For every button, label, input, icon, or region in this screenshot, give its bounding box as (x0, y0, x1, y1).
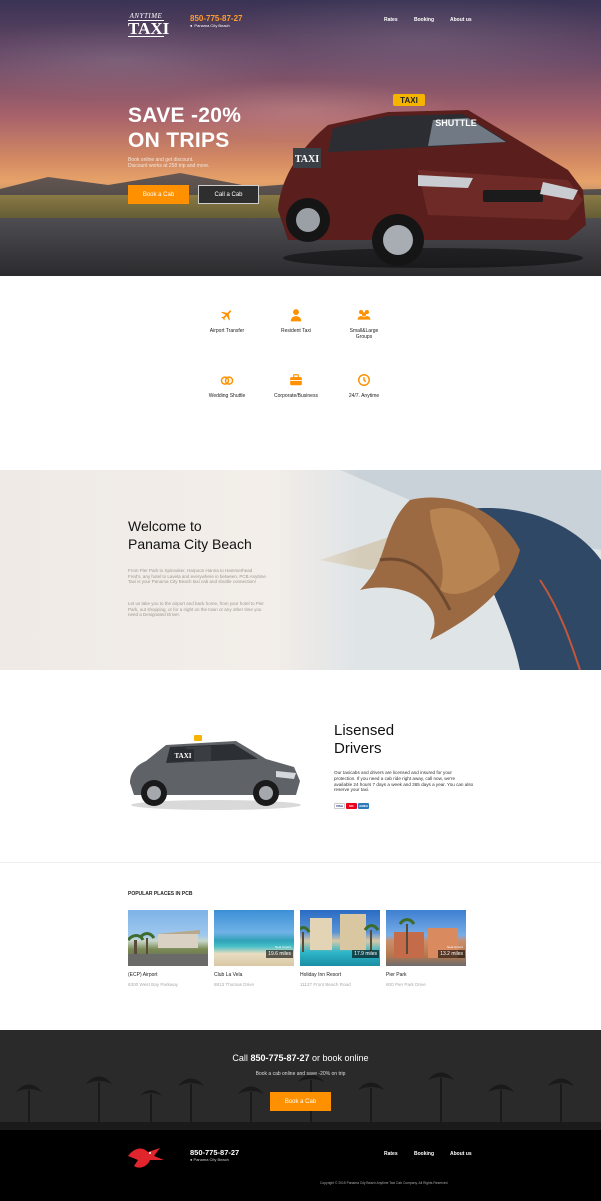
woman-in-car-photo (280, 470, 601, 670)
header-location: ● Panama City Beach (190, 23, 230, 28)
place-card-holiday-inn[interactable]: 17.9 miles Holiday Inn Resort 11127 Fron… (300, 910, 380, 987)
hero-title-line1: SAVE -20% (128, 104, 242, 127)
welcome-paragraph-1: From Pier Park to Spinnaker, Harpoon Han… (128, 568, 266, 585)
cta-phone[interactable]: 850-775-87-27 (250, 1053, 309, 1063)
service-groups[interactable]: Small&Large Groups (324, 308, 404, 340)
hero-call-cab-button[interactable]: Call a Cab (198, 185, 259, 204)
service-label-2: Groups (355, 334, 373, 340)
visa-card-icon: VISA (334, 803, 345, 809)
cta-book-cab-button[interactable]: Book a Cab (270, 1092, 331, 1111)
svg-text:TAXI: TAXI (175, 752, 192, 760)
place-card-airport[interactable]: (ECP) Airport 6300 West Bay Parkway (128, 910, 208, 987)
service-label: Wedding Shuttle (208, 393, 246, 399)
welcome-section (0, 470, 601, 670)
group-icon (357, 310, 371, 320)
place-photo: Near Airport 19.6 miles (214, 910, 294, 966)
place-distance-badge: 13.2 miles (438, 950, 465, 958)
header-location-text: Panama City Beach (194, 23, 230, 28)
airport-illustration (128, 930, 208, 966)
clock-icon (358, 374, 370, 386)
service-label: Airport Transfer (209, 328, 245, 334)
footer-copyright: Copyright © 2015 Panama City Beach Anyti… (320, 1181, 449, 1185)
licensed-text: Our taxicabs and drivers are licensed an… (334, 770, 474, 793)
cta-call-prefix: Call (232, 1053, 248, 1063)
hero-subtitle: Book online and get discount. Discount w… (128, 157, 238, 169)
nav-about[interactable]: About us (450, 17, 472, 23)
licensed-title: Lisensed Drivers (334, 722, 394, 758)
welcome-title-line2: Panama City Beach (128, 536, 252, 552)
cta-title: Call 850-775-87-27 or book online (0, 1053, 601, 1063)
site-logo[interactable]: ANYTIME TAXI (128, 12, 170, 38)
place-name: Pier Park (386, 972, 407, 978)
cta-section (0, 1030, 601, 1130)
cta-call-suffix: or book online (312, 1053, 369, 1063)
mastercard-icon: MC (346, 803, 357, 809)
svg-text:TAXI: TAXI (295, 154, 319, 165)
place-address: 8813 Thomas Drive (214, 982, 255, 987)
roof-sign-text: TAXI (400, 96, 418, 105)
rings-icon (220, 376, 234, 385)
footer-bird-logo-icon[interactable] (126, 1142, 166, 1170)
welcome-title-line1: Welcome to (128, 518, 202, 534)
footer-phone[interactable]: 850-775-87-27 (190, 1148, 239, 1157)
popular-heading: POPULAR PLACES IN PCB (128, 891, 193, 897)
hero-book-cab-button[interactable]: Book a Cab (128, 185, 189, 204)
location-pin-icon: ● (190, 23, 193, 28)
footer-location: ● Panama City Beach (190, 1157, 229, 1162)
place-name: Club La Vela (214, 972, 243, 978)
welcome-title: Welcome to Panama City Beach (128, 517, 252, 553)
cta-subtitle: Book a cab online and save -20% on trip (255, 1071, 346, 1077)
hero-taxi-suv-image: TAXI TAXI SHUTTLE (278, 94, 586, 268)
airplane-icon (221, 310, 232, 321)
place-photo: Near Airport 13.2 miles (386, 910, 466, 966)
logo-bottom-text: TAXI (128, 19, 170, 38)
place-card-club-la-vela[interactable]: Near Airport 19.6 miles Club La Vela 881… (214, 910, 294, 987)
hero-sub-line2: Discount works at 258 trip and more. (128, 163, 210, 169)
hero-title: SAVE -20% ON TRIPS (128, 103, 241, 153)
place-distance-badge: 17.9 miles (352, 950, 379, 958)
taxi-hatchback-image: TAXI (130, 735, 301, 810)
footer-location-text: Panama City Beach (193, 1157, 229, 1162)
nav-rates[interactable]: Rates (384, 17, 398, 23)
service-anytime[interactable]: 24/7. Anytime (324, 373, 404, 399)
hero-title-line2: ON TRIPS (128, 129, 230, 152)
hero-section: TAXI TAXI SHUTTLE (0, 0, 601, 276)
place-name: (ECP) Airport (128, 972, 158, 978)
place-photo: 17.9 miles (300, 910, 380, 966)
licensed-title-line1: Lisensed (334, 722, 395, 739)
place-address: 6300 West Bay Parkway (128, 982, 178, 987)
service-label: 24/7. Anytime (348, 393, 380, 399)
place-name: Holiday Inn Resort (300, 972, 342, 978)
licensed-title-line2: Drivers (334, 740, 382, 757)
place-distance-badge: 19.6 miles (266, 950, 293, 958)
place-photo (128, 910, 208, 966)
place-card-pier-park[interactable]: Near Airport 13.2 miles Pier Park 600 Pi… (386, 910, 466, 987)
welcome-paragraph-2: Let us take you to the airport and back … (128, 601, 264, 618)
person-icon (290, 309, 302, 322)
section-divider (0, 862, 601, 863)
place-address: 600 Pier Park Drive (386, 982, 426, 987)
header-phone[interactable]: 850-775-87-27 (190, 14, 242, 23)
near-airport-label: Near Airport (274, 945, 291, 949)
near-airport-label: Near Airport (446, 945, 463, 949)
footer-nav-rates[interactable]: Rates (384, 1151, 398, 1157)
service-wedding-shuttle[interactable]: Wedding Shuttle (187, 373, 267, 399)
footer-nav-booking[interactable]: Booking (414, 1151, 434, 1157)
payment-cards: VISA MC AMEX (334, 803, 369, 809)
briefcase-icon (290, 374, 302, 386)
service-airport-transfer[interactable]: Airport Transfer (187, 308, 267, 334)
nav-booking[interactable]: Booking (414, 17, 434, 23)
place-address: 11127 Front Beach Road (300, 982, 351, 987)
amex-card-icon: AMEX (358, 803, 369, 809)
footer (0, 1130, 601, 1201)
footer-nav-about[interactable]: About us (450, 1151, 472, 1157)
windshield-text: SHUTTLE (435, 118, 477, 128)
